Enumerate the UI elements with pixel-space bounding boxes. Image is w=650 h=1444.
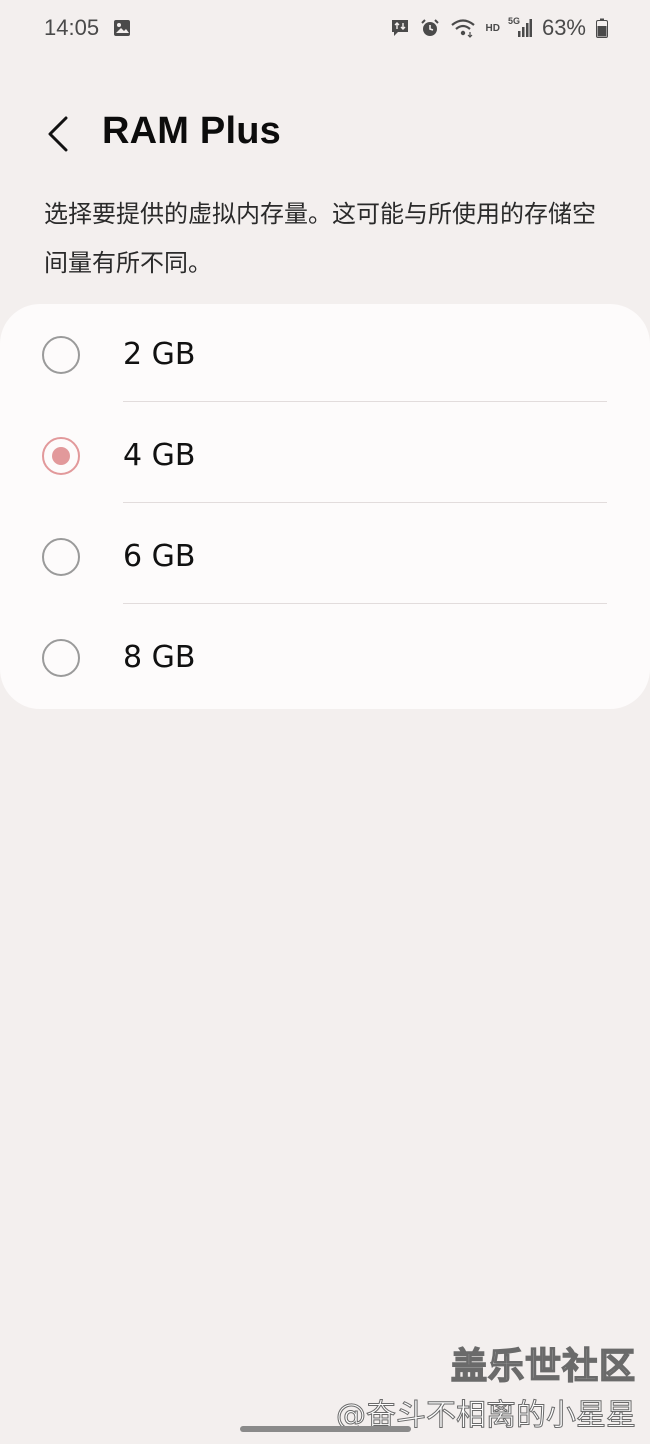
description-text: 选择要提供的虚拟内存量。这可能与所使用的存储空间量有所不同。 (44, 200, 596, 277)
option-8gb[interactable]: 8 GB (0, 607, 650, 708)
radio-button-selected[interactable] (42, 436, 80, 475)
option-6gb[interactable]: 6 GB (0, 506, 650, 607)
page-title: RAM Plus (102, 110, 281, 152)
battery-percent: 63% (541, 15, 586, 40)
screen: 14:05 HD 5G 63% RAM Plus 选择要提供的虚拟内存量。这可能… (0, 0, 650, 1444)
message-icon (390, 18, 410, 38)
divider (123, 401, 607, 402)
status-right: HD 5G 63% (390, 15, 608, 41)
ram-options-card: 2 GB 4 GB 6 GB 8 GB (0, 304, 650, 709)
radio-button[interactable] (42, 537, 80, 576)
status-bar: 14:05 HD 5G 63% (0, 0, 650, 56)
network-label: 5G (507, 16, 520, 26)
wifi-icon (450, 18, 476, 38)
option-label: 8 GB (123, 640, 196, 675)
option-label: 4 GB (123, 438, 196, 473)
alarm-icon (420, 18, 440, 38)
hd-label: HD (485, 22, 500, 34)
option-label: 6 GB (123, 539, 196, 574)
status-time: 14:05 (44, 15, 100, 40)
radio-button[interactable] (42, 638, 80, 677)
battery-icon (596, 18, 608, 38)
radio-button[interactable] (42, 335, 80, 374)
header: RAM Plus (0, 100, 650, 170)
status-left: 14:05 (44, 15, 131, 41)
image-icon (113, 19, 131, 37)
option-4gb[interactable]: 4 GB (0, 405, 650, 506)
signal-icon: 5G (507, 16, 532, 38)
divider (123, 502, 607, 503)
back-button[interactable] (36, 108, 80, 160)
home-indicator[interactable] (240, 1426, 411, 1432)
divider (123, 603, 607, 604)
option-2gb[interactable]: 2 GB (0, 304, 650, 405)
chevron-left-icon (48, 116, 68, 152)
watermark-community: 盖乐世社区 (450, 1345, 636, 1388)
option-label: 2 GB (123, 337, 196, 372)
